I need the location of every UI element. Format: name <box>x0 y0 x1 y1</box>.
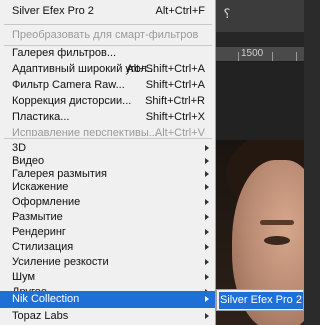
menu-item-label: Коррекция дисторсии... <box>12 95 132 107</box>
submenu-arrow-icon <box>205 296 209 302</box>
menu-item-label: Topaz Labs <box>12 310 69 322</box>
menu-item-label: Silver Efex Pro 2 <box>12 5 94 17</box>
menu-item-label: Фильтр Camera Raw... <box>12 79 125 91</box>
filter-menu-lower: 3D Видео Галерея размытия Искажение Офор… <box>0 136 216 325</box>
menu-item-camera-raw[interactable]: Фильтр Camera Raw... Shift+Ctrl+A <box>0 77 215 94</box>
submenu-arrow-icon <box>205 313 209 319</box>
submenu-arrow-icon <box>205 184 209 190</box>
ruler-tick <box>296 52 297 61</box>
submenu-arrow-icon <box>205 171 209 177</box>
menu-item-filter-gallery[interactable]: Галерея фильтров... <box>0 45 215 62</box>
canvas-area <box>216 62 304 142</box>
menu-item-nik-collection[interactable]: Nik Collection <box>0 291 215 308</box>
menu-item-last-filter[interactable]: Silver Efex Pro 2 Alt+Ctrl+F <box>0 3 215 20</box>
menu-separator <box>4 24 212 25</box>
menu-item-label: Пластика... <box>12 111 70 123</box>
menu-item-convert-smart-filters: Преобразовать для смарт-фильтров <box>0 27 215 44</box>
submenu-arrow-icon <box>205 259 209 265</box>
ruler-tick <box>272 52 273 61</box>
refine-brush-icon[interactable]: ⸮ <box>219 6 235 22</box>
submenu-item-silver-efex-pro[interactable]: Silver Efex Pro 2 <box>219 292 303 309</box>
submenu-arrow-icon <box>205 158 209 164</box>
submenu-arrow-icon <box>205 244 209 250</box>
menu-item-shortcut: Shift+Ctrl+X <box>145 111 205 123</box>
photo-eye <box>264 236 290 245</box>
menu-item-liquify[interactable]: Пластика... Shift+Ctrl+X <box>0 109 215 126</box>
menu-item-label: Галерея фильтров... <box>12 47 117 59</box>
ruler-label: 1500 <box>241 48 264 59</box>
menu-item-label: Nik Collection <box>12 293 80 305</box>
menu-item-shortcut: Alt+Shift+Ctrl+A <box>126 63 205 75</box>
menu-item-shortcut: Shift+Ctrl+A <box>145 79 205 91</box>
menu-item-adaptive-wide-angle[interactable]: Адаптивный широкий угол... Alt+Shift+Ctr… <box>0 61 215 78</box>
submenu-arrow-icon <box>205 229 209 235</box>
menu-item-topaz-labs[interactable]: Topaz Labs <box>0 308 215 325</box>
nik-collection-submenu: Silver Efex Pro 2 <box>216 289 304 311</box>
menu-item-shortcut: Alt+Ctrl+F <box>155 5 205 17</box>
submenu-arrow-icon <box>205 274 209 280</box>
submenu-arrow-icon <box>205 199 209 205</box>
menu-item-lens-correction[interactable]: Коррекция дисторсии... Shift+Ctrl+R <box>0 93 215 110</box>
ruler-tick <box>238 52 239 61</box>
submenu-arrow-icon <box>205 145 209 151</box>
photo-brow <box>260 220 294 225</box>
submenu-arrow-icon <box>205 214 209 220</box>
menu-item-label: Преобразовать для смарт-фильтров <box>12 29 199 41</box>
menu-separator <box>4 138 212 139</box>
menu-item-shortcut: Shift+Ctrl+R <box>145 95 205 107</box>
